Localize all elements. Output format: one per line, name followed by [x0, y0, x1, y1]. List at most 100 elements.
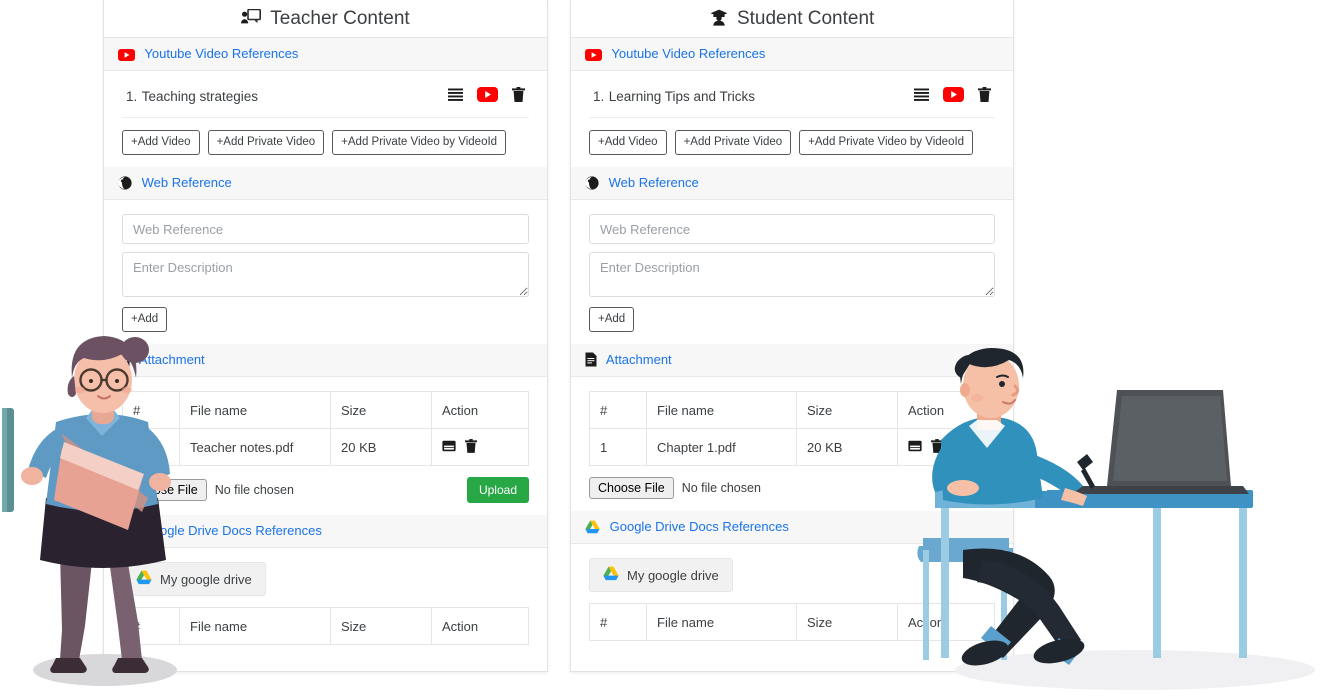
teacher-youtube-section-label[interactable]: Youtube Video References [144, 46, 298, 61]
teacher-video-title: Teaching strategies [141, 89, 259, 104]
teacher-attachment-section-label[interactable]: Attachment [139, 352, 205, 367]
student-choose-file-button[interactable]: Choose File [589, 477, 674, 499]
student-attachment-col-size: Size [796, 391, 898, 429]
student-panel-title-text: Student Content [736, 8, 875, 29]
file-icon [585, 352, 597, 371]
teacher-video-index: 1. [126, 89, 138, 104]
teacher-drive-col-num: # [122, 607, 180, 645]
teacher-add-private-video-button[interactable]: +Add Private Video [207, 130, 325, 155]
student-add-video-button[interactable]: +Add Video [589, 130, 667, 155]
student-add-private-video-by-videoid-button[interactable]: +Add Private Video by VideoId [799, 130, 974, 155]
teacher-attachment-col-size: Size [330, 391, 432, 429]
teacher-youtube-section-header: Youtube Video References [104, 38, 547, 71]
trash-icon[interactable] [512, 87, 525, 107]
teacher-attachment-col-action: Action [431, 391, 529, 429]
teacher-content-panel: Teacher Content Youtube Video References… [103, 0, 548, 672]
student-web-reference-input[interactable] [589, 214, 995, 244]
student-panel-title: Student Content [571, 0, 1013, 38]
teacher-attachment-table: # File name Size Action 1 Teacher notes.… [122, 391, 529, 466]
teacher-drive-col-size: Size [330, 607, 432, 645]
student-content-panel: Student Content Youtube Video References… [570, 0, 1014, 672]
teacher-attachment-col-num: # [122, 391, 180, 429]
student-drive-section-label[interactable]: Google Drive Docs References [610, 519, 789, 534]
student-drive-col-action: Action [897, 603, 995, 641]
trash-icon[interactable] [465, 438, 477, 456]
teacher-upload-button[interactable]: Upload [466, 477, 529, 503]
teacher-video-buttons: +Add Video +Add Private Video +Add Priva… [122, 130, 529, 155]
student-video-row: 1. Learning Tips and Tricks [589, 85, 995, 118]
student-video-buttons: +Add Video +Add Private Video +Add Priva… [589, 130, 995, 155]
teacher-video-row: 1. Teaching strategies [122, 85, 529, 118]
student-attachment-section-body: # File name Size Action 1 Chapter 1.pdf … [571, 377, 1013, 511]
teacher-choose-file-button[interactable]: Choose File [122, 479, 207, 501]
student-my-google-drive-label: My google drive [627, 567, 719, 583]
teacher-web-description-input[interactable] [122, 252, 529, 297]
teacher-panel-title: Teacher Content [104, 0, 547, 38]
teacher-add-video-button[interactable]: +Add Video [122, 130, 200, 155]
student-video-actions [914, 87, 991, 107]
student-my-google-drive-button[interactable]: My google drive [589, 558, 733, 592]
student-attachment-row-num: 1 [589, 428, 647, 466]
teacher-web-reference-input[interactable] [122, 214, 529, 244]
student-video-title-wrap: 1. Learning Tips and Tricks [593, 88, 755, 106]
teacher-drive-col-name: File name [179, 607, 331, 645]
teacher-web-section-header: Web Reference [104, 167, 547, 200]
teacher-attachment-col-name: File name [179, 391, 331, 429]
teacher-file-picker[interactable]: Choose File No file chosen [122, 479, 294, 501]
student-attachment-table: # File name Size Action 1 Chapter 1.pdf … [589, 391, 995, 466]
student-attachment-row-size: 20 KB [796, 428, 898, 466]
student-attachment-col-name: File name [646, 391, 797, 429]
file-icon [118, 352, 130, 371]
student-add-private-video-button[interactable]: +Add Private Video [674, 130, 792, 155]
google-drive-icon [118, 524, 133, 542]
teacher-panel-title-text: Teacher Content [270, 8, 410, 29]
teacher-web-add-button[interactable]: +Add [122, 307, 168, 332]
list-icon[interactable] [448, 88, 463, 106]
teacher-attachment-row-actions [431, 428, 529, 466]
student-attachment-col-action: Action [897, 391, 995, 429]
student-youtube-section-label[interactable]: Youtube Video References [611, 46, 765, 61]
student-drive-col-num: # [589, 603, 647, 641]
teacher-no-file-chosen-label: No file chosen [214, 483, 294, 497]
list-icon[interactable] [914, 88, 929, 106]
student-attachment-section-label[interactable]: Attachment [606, 352, 672, 367]
youtube-play-icon[interactable] [943, 87, 964, 107]
teacher-attachment-section-header: Attachment [104, 344, 547, 377]
student-web-add-wrap: +Add [589, 307, 995, 332]
table-row-empty [590, 641, 995, 672]
teacher-drive-section-label[interactable]: Google Drive Docs References [143, 523, 322, 538]
teacher-attachment-row-num: 1 [122, 428, 180, 466]
table-header-row: # File name Size Action [589, 391, 995, 429]
table-row: 1 Chapter 1.pdf 20 KB [589, 428, 995, 466]
student-attachment-row-name: Chapter 1.pdf [646, 428, 797, 466]
trash-icon[interactable] [931, 438, 943, 456]
student-web-section-body: +Add [571, 200, 1013, 344]
teacher-add-private-video-by-videoid-button[interactable]: +Add Private Video by VideoId [332, 130, 507, 155]
student-web-description-input[interactable] [589, 252, 995, 297]
teacher-web-section-label[interactable]: Web Reference [142, 175, 232, 190]
student-attachment-section-header: Attachment [571, 344, 1013, 377]
google-drive-icon [585, 520, 600, 538]
table-row: 1 Teacher notes.pdf 20 KB [122, 428, 529, 466]
youtube-play-icon[interactable] [477, 87, 498, 107]
youtube-icon [118, 49, 135, 65]
globe-icon [585, 176, 599, 194]
download-icon[interactable] [442, 440, 456, 455]
teacher-video-title-wrap: 1. Teaching strategies [126, 88, 258, 106]
teacher-drive-section-body: My google drive # File name Size Action [104, 548, 547, 672]
teacher-attachment-section-body: # File name Size Action 1 Teacher notes.… [104, 377, 547, 515]
teacher-my-google-drive-button[interactable]: My google drive [122, 562, 266, 596]
student-web-add-button[interactable]: +Add [589, 307, 635, 332]
youtube-icon [585, 49, 602, 65]
student-drive-section-body: My google drive # File name Size Action [571, 544, 1013, 672]
teacher-attachment-row-size: 20 KB [330, 428, 432, 466]
student-web-section-label[interactable]: Web Reference [609, 175, 699, 190]
download-icon[interactable] [908, 440, 922, 455]
teacher-video-actions [448, 87, 525, 107]
trash-icon[interactable] [978, 87, 991, 107]
student-web-section-header: Web Reference [571, 167, 1013, 200]
table-row-empty [123, 645, 529, 672]
teacher-web-add-wrap: +Add [122, 307, 529, 332]
student-upload-row: Choose File No file chosen [589, 477, 995, 499]
student-file-picker[interactable]: Choose File No file chosen [589, 477, 761, 499]
